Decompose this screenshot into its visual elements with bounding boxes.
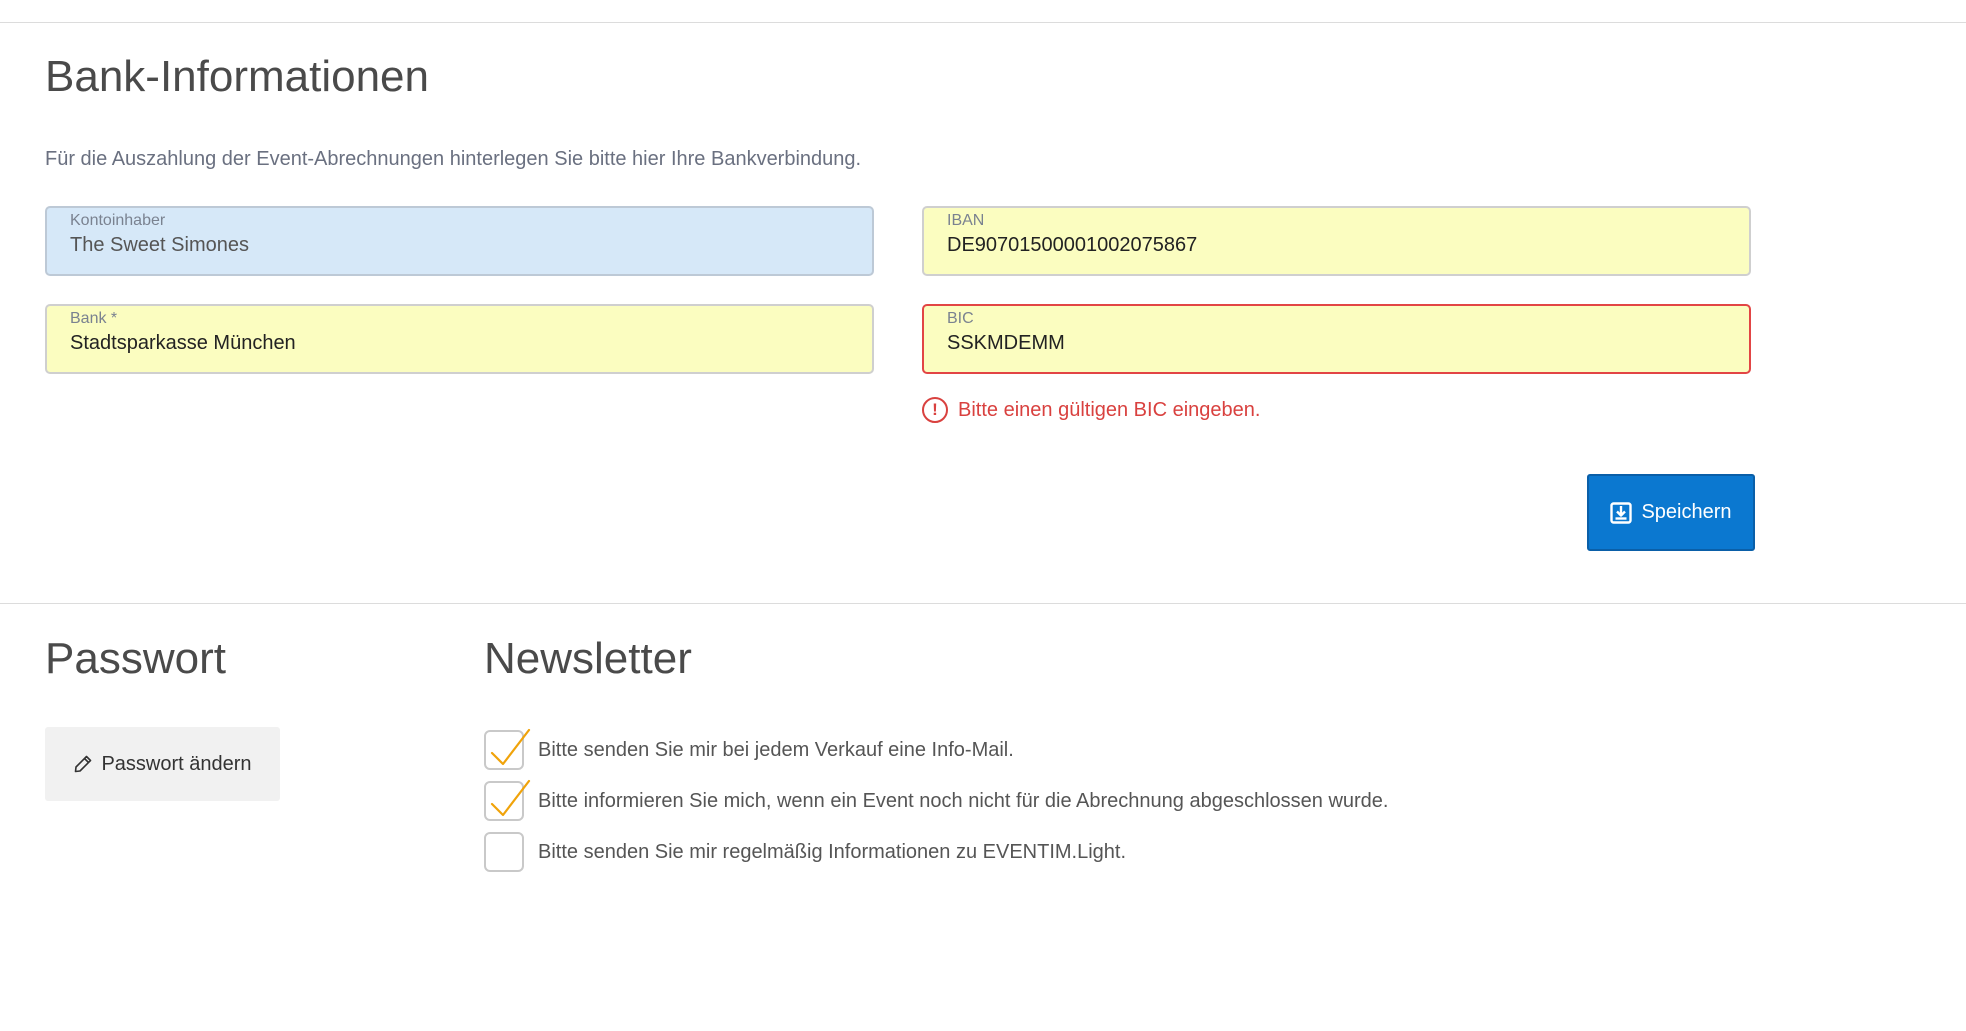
- bank-name-field[interactable]: Bank *: [45, 304, 874, 374]
- bic-field[interactable]: BIC: [922, 304, 1751, 374]
- password-section-title: Passwort: [45, 634, 226, 683]
- iban-field[interactable]: IBAN: [922, 206, 1751, 276]
- bank-intro-text: Für die Auszahlung der Event-Abrechnunge…: [45, 148, 862, 170]
- pencil-icon: [75, 755, 92, 773]
- kontoinhaber-label: Kontoinhaber: [70, 212, 166, 229]
- save-icon: [1610, 501, 1633, 524]
- newsletter-option-event-reminder[interactable]: Bitte informieren Sie mich, wenn ein Eve…: [484, 779, 1389, 821]
- change-password-button[interactable]: Passwort ändern: [45, 727, 280, 801]
- error-circle-icon: !: [922, 397, 948, 423]
- newsletter-section-title: Newsletter: [484, 634, 692, 683]
- bank-section-title: Bank-Informationen: [45, 52, 429, 101]
- kontoinhaber-input[interactable]: [68, 232, 832, 259]
- save-button-label: Speichern: [1641, 501, 1732, 523]
- section-divider: [0, 603, 1966, 604]
- newsletter-label-sales-info: Bitte senden Sie mir bei jedem Verkauf e…: [538, 738, 1014, 761]
- newsletter-checkbox-sales-info[interactable]: [484, 728, 531, 770]
- newsletter-checkbox-event-reminder[interactable]: [484, 779, 531, 821]
- bic-error-text: Bitte einen gültigen BIC eingeben.: [958, 398, 1261, 421]
- checkmark-icon: [490, 779, 531, 817]
- bic-input[interactable]: [945, 330, 1709, 357]
- iban-label: IBAN: [947, 212, 985, 229]
- bank-name-input[interactable]: [68, 330, 832, 357]
- newsletter-label-eventim-info: Bitte senden Sie mir regelmäßig Informat…: [538, 840, 1127, 863]
- bank-name-label: Bank *: [70, 310, 118, 327]
- newsletter-option-sales-info[interactable]: Bitte senden Sie mir bei jedem Verkauf e…: [484, 728, 1014, 770]
- checkmark-icon: [490, 728, 531, 766]
- change-password-label: Passwort ändern: [101, 752, 252, 775]
- newsletter-option-eventim-info[interactable]: Bitte senden Sie mir regelmäßig Informat…: [484, 832, 1126, 872]
- bic-label: BIC: [947, 310, 974, 327]
- kontoinhaber-field[interactable]: Kontoinhaber: [45, 206, 874, 276]
- bic-error-message: ! Bitte einen gültigen BIC eingeben.: [922, 397, 1260, 423]
- newsletter-checkbox-eventim-info[interactable]: [484, 832, 524, 872]
- newsletter-label-event-reminder: Bitte informieren Sie mich, wenn ein Eve…: [538, 789, 1389, 812]
- save-button[interactable]: Speichern: [1587, 474, 1755, 551]
- iban-input[interactable]: [945, 232, 1709, 259]
- top-divider: [0, 22, 1966, 23]
